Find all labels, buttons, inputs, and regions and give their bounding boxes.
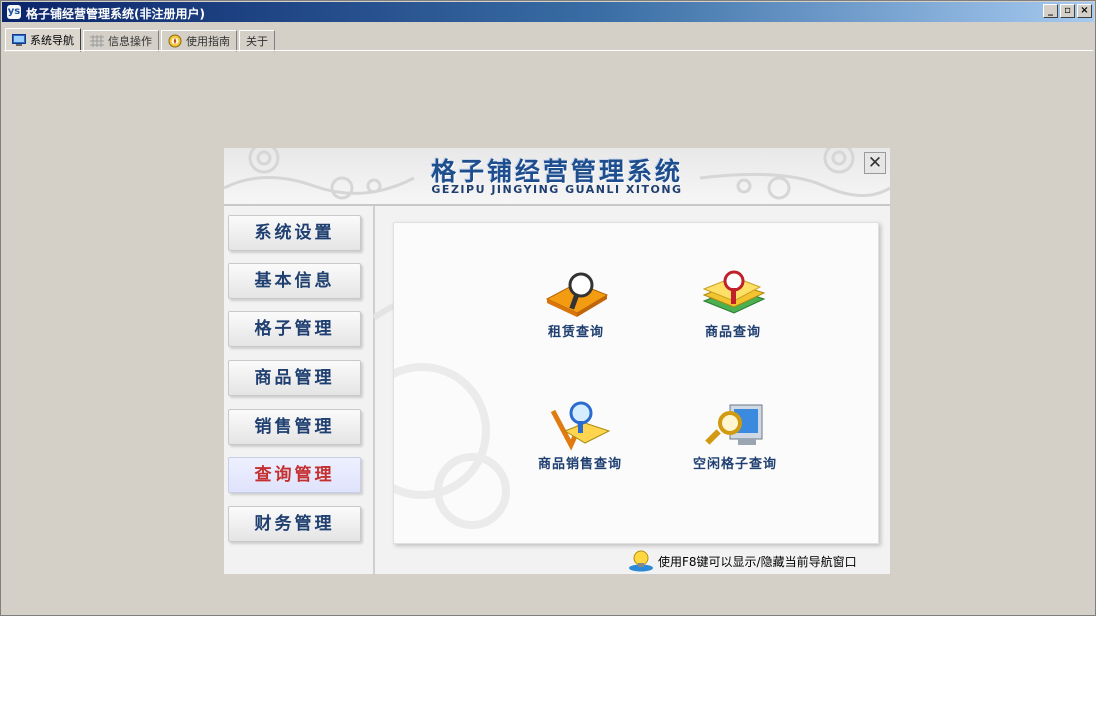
books-search-icon xyxy=(702,270,766,314)
nav-basic-info[interactable]: 基本信息 xyxy=(228,263,361,299)
tab-info-ops[interactable]: 信息操作 xyxy=(83,30,159,52)
tab-user-guide[interactable]: 使用指南 xyxy=(161,30,237,52)
tab-label: 系统导航 xyxy=(30,34,74,47)
tab-label: 使用指南 xyxy=(186,35,230,48)
feature-lease-query[interactable]: 租赁查询 xyxy=(511,269,641,340)
sales-search-icon xyxy=(550,401,611,451)
folder-search-icon xyxy=(545,272,609,317)
monitor-search-icon xyxy=(705,404,763,445)
restore-button[interactable]: ▫ xyxy=(1060,4,1075,18)
f8-hint: 使用F8键可以显示/隐藏当前导航窗口 xyxy=(628,550,857,572)
window-title: 格子铺经营管理系统(非注册用户) xyxy=(26,7,205,21)
nav-sales-management[interactable]: 销售管理 xyxy=(228,409,361,445)
decoration xyxy=(434,453,510,529)
feature-label: 空闲格子查询 xyxy=(692,457,777,472)
window-controls: _ ▫ × xyxy=(1043,4,1092,18)
app-logo-icon: ys xyxy=(7,5,21,19)
navigation-panel: 格子铺经营管理系统 GEZIPU JINGYING GUANLI XITONG … xyxy=(224,148,890,574)
tab-system-nav[interactable]: 系统导航 xyxy=(5,28,81,52)
tab-bar: 系统导航 信息操作 使用指南 关于 xyxy=(5,28,277,52)
nav-query-management[interactable]: 查询管理 xyxy=(228,457,361,493)
grid-icon xyxy=(90,35,104,47)
monitor-icon xyxy=(12,34,26,46)
feature-label: 租赁查询 xyxy=(547,325,604,340)
feature-area: 租赁查询 商品查询 商品销售查询 空闲格子查询 xyxy=(393,222,879,544)
nav-system-settings[interactable]: 系统设置 xyxy=(228,215,361,251)
tab-about[interactable]: 关于 xyxy=(239,30,275,52)
nav-finance-management[interactable]: 财务管理 xyxy=(228,506,361,542)
compass-icon xyxy=(168,34,182,48)
tab-label: 关于 xyxy=(246,35,268,48)
feature-goods-query[interactable]: 商品查询 xyxy=(668,269,798,340)
nav-goods-management[interactable]: 商品管理 xyxy=(228,360,361,396)
lightbulb-icon xyxy=(629,550,653,572)
nav-grid-management[interactable]: 格子管理 xyxy=(228,311,361,347)
tab-label: 信息操作 xyxy=(108,35,152,48)
hint-text: 使用F8键可以显示/隐藏当前导航窗口 xyxy=(658,554,857,569)
minimize-button[interactable]: _ xyxy=(1043,4,1058,18)
close-window-button[interactable]: × xyxy=(1077,4,1092,18)
feature-sales-query[interactable]: 商品销售查询 xyxy=(515,401,645,472)
title-bar[interactable]: ys 格子铺经营管理系统(非注册用户) _ ▫ × xyxy=(2,2,1094,22)
feature-label: 商品销售查询 xyxy=(537,457,622,472)
feature-free-grid-query[interactable]: 空闲格子查询 xyxy=(670,401,800,472)
feature-label: 商品查询 xyxy=(704,325,761,340)
